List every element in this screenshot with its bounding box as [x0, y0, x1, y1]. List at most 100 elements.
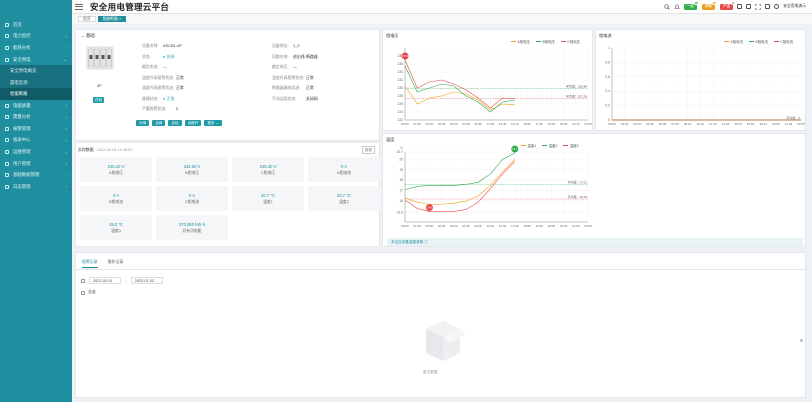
bell-icon[interactable]	[674, 4, 680, 10]
field-value: ● 正常	[163, 95, 175, 101]
average-label: 平均值：16.23	[567, 194, 587, 199]
temperature-note[interactable]: 未过应设备温度参数 ⓘ	[387, 238, 803, 246]
sidebar-item[interactable]: 首页	[0, 19, 72, 31]
y-tick-label: 0.6	[605, 75, 610, 79]
field: 状态: ● 合闸	[142, 54, 272, 60]
field-value: 0	[176, 106, 179, 112]
alarm-button[interactable]: 一般 0	[683, 0, 699, 10]
realtime-value: 0 A	[340, 163, 348, 169]
field: 设备名称: ASCB1-4P	[142, 43, 272, 49]
sidebar-item[interactable]: 能耗分析 ›	[0, 42, 72, 54]
menu-icon	[5, 173, 9, 178]
device-action-button[interactable]: 远程开	[184, 120, 202, 126]
submenu-item[interactable]: 漏电监测	[0, 77, 72, 89]
search-icon[interactable]	[664, 3, 670, 10]
sidebar-item[interactable]: 报表中心 ›	[0, 135, 72, 147]
x-tick-label: 01:35	[413, 122, 421, 126]
sidebar-item[interactable]: 需量分析 ›	[0, 111, 72, 123]
current-chart: 00.20.40.60.8100:00 01:32 03:04 04:36 06:08 0…	[605, 46, 805, 126]
history-button[interactable]: 历史	[361, 146, 375, 154]
sidebar-item[interactable]: 日志管理 ›	[0, 181, 72, 193]
average-label: 平均值：0	[786, 115, 800, 120]
realtime-value: 19.0 ℃	[108, 221, 124, 227]
sidebar-item[interactable]: 基础数据管理 ›	[0, 169, 72, 181]
menu-toggle-icon[interactable]	[75, 3, 83, 10]
menu-label: 智能断路	[10, 91, 28, 97]
x-tick-label: 23:55	[797, 122, 805, 126]
field-label: 温度升高报警状态:	[142, 74, 175, 80]
alarm-button-label: 预警	[704, 4, 713, 8]
sidebar-item[interactable]: 运维管理 ›	[0, 146, 72, 158]
chevron-icon: ›	[65, 103, 67, 109]
sidebar-item[interactable]: 报警管理 ›	[0, 123, 72, 135]
records-tab[interactable]: 操作记录	[108, 259, 124, 268]
date-end[interactable]: 2022-01-02	[130, 277, 164, 284]
realtime-cell: 20.7 ℃ 温度2	[308, 186, 380, 211]
y-tick-label: 17	[399, 189, 403, 193]
records-panel: 报警记录 操作记录 2022-01-01 - 2022-01-02 全选 暂无数据…	[75, 252, 807, 398]
field-value: 1_0	[293, 43, 300, 49]
screen-icon[interactable]	[737, 4, 743, 9]
x-tick-label: 01:30	[413, 224, 421, 228]
voltage-chart-panel: 相电压 A相电压 B相电压 C相电压 222 224 226 228 230 232 234 23…	[382, 29, 593, 131]
fullscreen-icon[interactable]	[755, 3, 762, 10]
user-name[interactable]: 安全用电演示	[783, 4, 806, 9]
alarm-button[interactable]: 预警 0	[701, 0, 718, 10]
sidebar-item[interactable]: 电力监控 ›	[0, 31, 72, 43]
x-tick-label: 09:30	[474, 122, 482, 126]
date-separator: -	[125, 278, 127, 283]
x-tick-label: 07:40	[671, 122, 679, 126]
field-value: ASCB1-4P	[163, 43, 182, 49]
date-start[interactable]: 2022-01-01	[89, 277, 122, 284]
page-tab[interactable]: 智能断路 ×	[97, 16, 127, 22]
records-tab[interactable]: 报警记录	[82, 259, 98, 268]
field-value: ● 合闸	[163, 53, 175, 59]
realtime-value: 0 A	[188, 192, 196, 198]
alarm-button[interactable]: 严重 0	[720, 0, 736, 10]
x-tick-label: 19:56	[772, 122, 780, 126]
chevron-icon: ›	[65, 33, 67, 39]
menu-label: 能耗分析	[13, 44, 31, 50]
sidebar-item[interactable]: 电能质量 ›	[0, 100, 72, 112]
device-action-button[interactable]: 合闸	[152, 120, 166, 126]
side-toggle-icon[interactable]: ≡	[800, 338, 803, 344]
x-tick-label: 06:20	[450, 122, 458, 126]
submenu-item[interactable]: 安全用电概览	[0, 65, 72, 77]
app-title: 安全用电管理云平台	[90, 1, 170, 12]
select-all[interactable]: 全选	[81, 290, 96, 295]
submenu-item[interactable]: 智能断路	[0, 88, 72, 100]
x-tick-label: 04:45	[438, 122, 446, 126]
device-action-button[interactable]: 分闸	[136, 120, 150, 126]
x-tick-label: 23:55	[584, 122, 592, 126]
field-label: 额定电流:	[142, 64, 159, 70]
x-tick-label: 07:55	[462, 122, 470, 126]
device-action-button[interactable]: 更多 ⌄	[204, 120, 222, 126]
avatar[interactable]	[774, 4, 780, 9]
status-badge: 在线	[93, 97, 105, 104]
device-action-button[interactable]: 自检	[168, 120, 182, 126]
select-all-checkbox[interactable]	[81, 290, 85, 295]
x-tick-label: 12:40	[499, 122, 507, 126]
x-tick-label: 12:16	[709, 122, 717, 126]
page-tab[interactable]: 首页	[78, 16, 96, 22]
x-tick-label: 19:30	[560, 224, 568, 228]
average-label: 平均值：17.61	[567, 179, 587, 184]
field-label: 设备名称:	[142, 43, 159, 49]
sidebar-item[interactable]: 用户管理 ›	[0, 158, 72, 170]
x-tick-label: 21:28	[785, 122, 793, 126]
field-value: —	[163, 64, 167, 70]
sidebar-item[interactable]: 安全用电 ⌄	[0, 54, 72, 66]
menu-icon	[5, 161, 9, 166]
x-tick-label: 14:15	[511, 122, 519, 126]
menu-label: 运维管理	[13, 149, 31, 155]
settings-icon[interactable]	[765, 4, 771, 9]
series-line	[404, 65, 515, 113]
field-label: 额定电压:	[272, 64, 289, 70]
x-tick-label: 17:25	[535, 122, 543, 126]
field: 严重报警状态: 0	[142, 106, 272, 112]
chevron-icon: ›	[65, 114, 67, 120]
marker-label: 14.9	[427, 207, 432, 210]
records-tabs-divider	[76, 269, 807, 270]
menu-label: 漏电监测	[10, 79, 28, 85]
layout-icon[interactable]	[746, 4, 752, 9]
